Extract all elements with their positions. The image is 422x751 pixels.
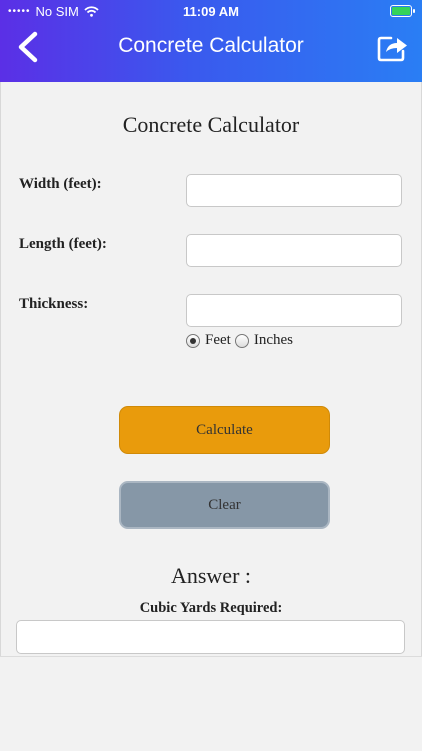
inches-radio[interactable] bbox=[234, 333, 249, 348]
length-input[interactable] bbox=[186, 234, 402, 267]
thickness-label: Thickness: bbox=[19, 296, 89, 312]
width-label: Width (feet): bbox=[19, 176, 102, 192]
share-button[interactable] bbox=[376, 30, 410, 64]
form-heading: Concrete Calculator bbox=[122, 112, 300, 137]
thickness-input[interactable] bbox=[186, 294, 402, 327]
unit-radio-group: Feet Inches bbox=[186, 332, 297, 349]
feet-radio[interactable] bbox=[186, 333, 200, 348]
back-chevron-icon bbox=[18, 31, 38, 63]
calculate-button[interactable]: Calculate bbox=[119, 406, 330, 454]
clear-button[interactable]: Clear bbox=[119, 481, 330, 529]
status-bar: ••••• No SIM 11:09 AM bbox=[0, 0, 422, 22]
answer-heading: Answer : bbox=[170, 563, 252, 588]
cubic-yards-output[interactable] bbox=[16, 620, 405, 654]
width-input[interactable] bbox=[186, 174, 402, 207]
back-button[interactable] bbox=[14, 30, 44, 64]
length-label: Length (feet): bbox=[19, 236, 107, 252]
app-header: ••••• No SIM 11:09 AM Concrete Calculato… bbox=[0, 0, 422, 82]
share-icon bbox=[377, 36, 407, 62]
page-title: Concrete Calculator bbox=[118, 34, 304, 57]
battery-icon bbox=[390, 5, 415, 17]
cubic-yards-label: Cubic Yards Required: bbox=[139, 600, 283, 616]
feet-radio-label: Feet bbox=[205, 332, 231, 348]
bottom-area bbox=[0, 656, 422, 751]
status-time: 11:09 AM bbox=[183, 4, 239, 19]
inches-radio-label: Inches bbox=[253, 332, 293, 348]
